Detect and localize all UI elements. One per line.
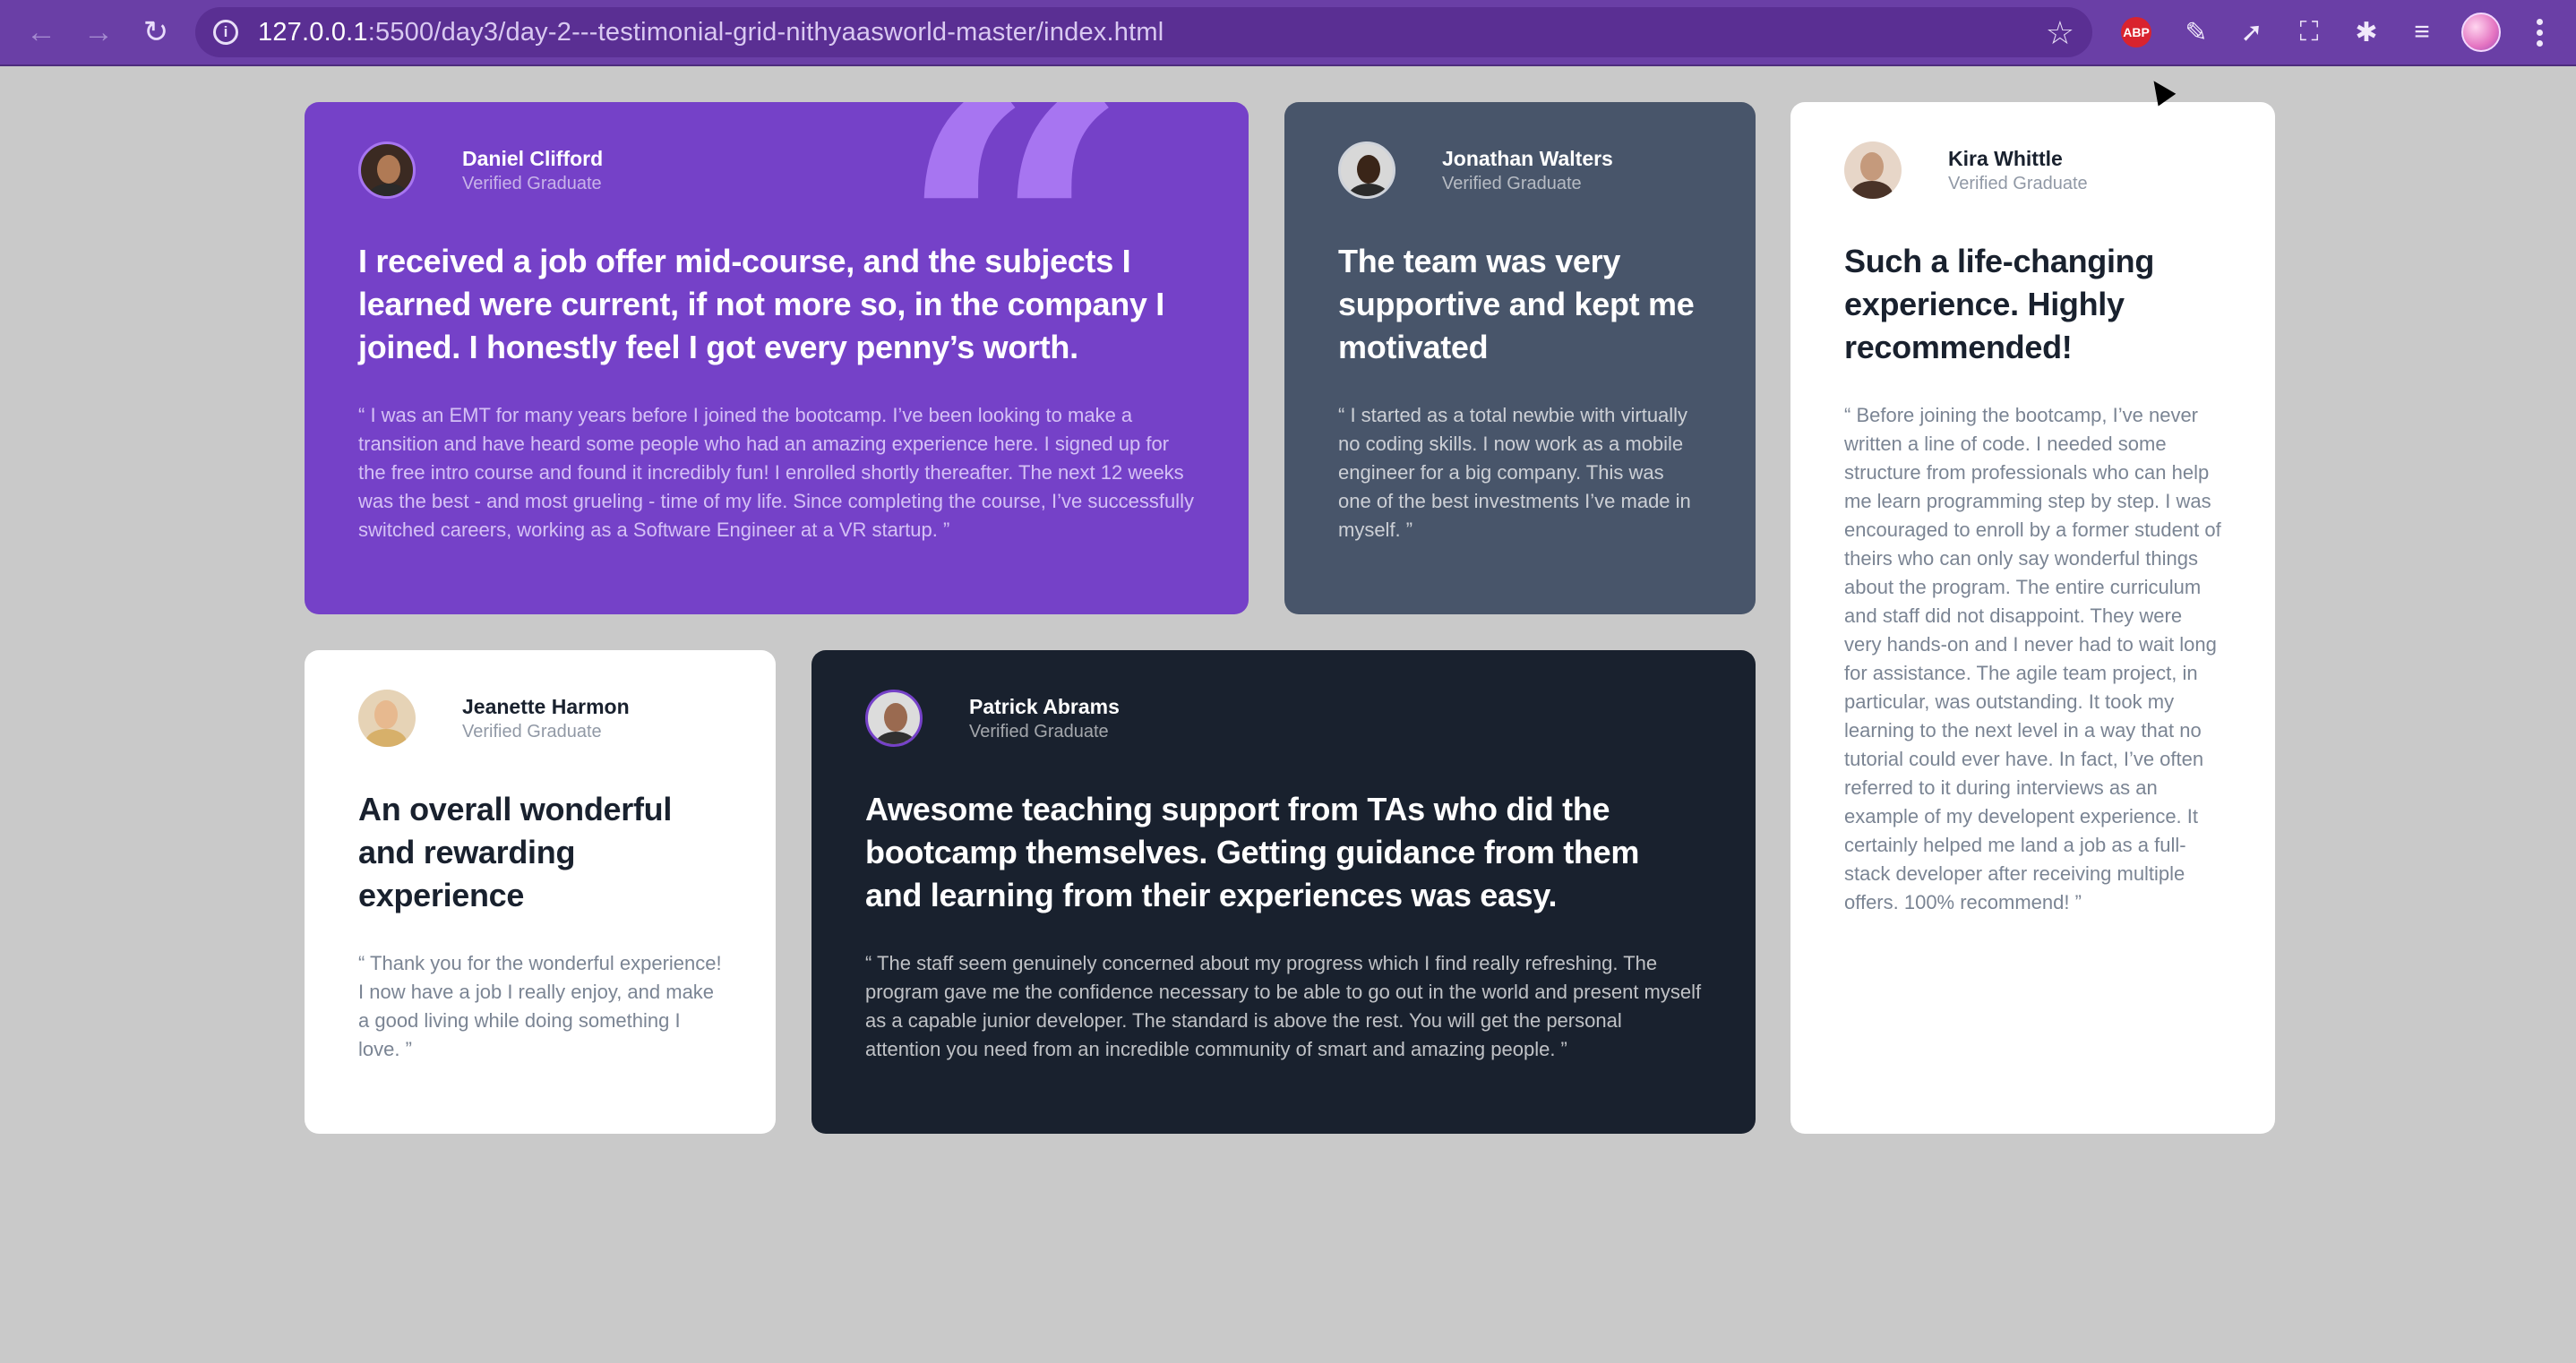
author-info: Jonathan Walters Verified Graduate xyxy=(1338,138,1702,202)
url-path: :5500/day3/day-2---testimonial-grid-nith… xyxy=(367,17,1164,47)
reload-icon[interactable]: ↻ xyxy=(136,13,176,52)
cursor-extension-icon[interactable]: ➚ xyxy=(2234,14,2270,50)
author-status: Verified Graduate xyxy=(462,722,602,742)
adblock-extension-icon[interactable]: ABP xyxy=(2121,17,2151,47)
author-status: Verified Graduate xyxy=(462,174,602,193)
author-name: Kira Whittle xyxy=(1948,147,2063,170)
menu-icon[interactable] xyxy=(2526,13,2553,52)
testimonial-card-patrick: Patrick Abrams Verified Graduate Awesome… xyxy=(811,650,1756,1134)
star-icon[interactable]: ☆ xyxy=(2046,14,2074,52)
author-info: Daniel Clifford Verified Graduate xyxy=(358,138,1195,202)
back-icon[interactable]: ← xyxy=(21,13,61,52)
author-info: Kira Whittle Verified Graduate xyxy=(1844,138,2221,202)
testimonial-card-daniel: “ Daniel Clifford Verified Graduate I re… xyxy=(305,102,1249,614)
screenshot-extension-icon[interactable]: ⛶ xyxy=(2291,14,2327,50)
testimonial-headline: I received a job offer mid-course, and t… xyxy=(358,243,1165,365)
testimonial-quote: “ Before joining the bootcamp, I’ve neve… xyxy=(1844,404,2221,913)
testimonial-quote: “ I started as a total newbie with virtu… xyxy=(1338,404,1691,541)
testimonial-card-kira: Kira Whittle Verified Graduate Such a li… xyxy=(1790,102,2275,1134)
author-info: Jeanette Harmon Verified Graduate xyxy=(358,686,722,750)
testimonial-quote: “ The staff seem genuinely concerned abo… xyxy=(865,952,1702,1060)
forward-icon[interactable]: → xyxy=(79,13,118,52)
author-status: Verified Graduate xyxy=(1442,174,1582,193)
testimonial-card-jonathan: Jonathan Walters Verified Graduate The t… xyxy=(1284,102,1756,614)
media-controls-icon[interactable]: ≡ xyxy=(2404,14,2440,50)
author-name: Daniel Clifford xyxy=(462,147,604,170)
author-status: Verified Graduate xyxy=(1948,174,2088,193)
testimonial-headline: Such a life-changing experience. Highly … xyxy=(1844,243,2155,365)
author-info: Patrick Abrams Verified Graduate xyxy=(865,686,1702,750)
avatar xyxy=(358,690,416,747)
avatar xyxy=(865,690,923,747)
testimonial-card-jeanette: Jeanette Harmon Verified Graduate An ove… xyxy=(305,650,776,1134)
profile-avatar[interactable] xyxy=(2461,13,2501,52)
author-name: Patrick Abrams xyxy=(969,695,1120,718)
testimonial-quote: “ I was an EMT for many years before I j… xyxy=(358,404,1194,541)
pen-extension-icon[interactable]: ✎ xyxy=(2178,14,2214,50)
testimonial-headline: An overall wonderful and rewarding exper… xyxy=(358,791,673,913)
browser-toolbar: ← → ↻ i 127.0.0.1:5500/day3/day-2---test… xyxy=(0,0,2576,66)
testimonial-headline: The team was very supportive and kept me… xyxy=(1338,243,1695,365)
author-name: Jonathan Walters xyxy=(1442,147,1613,170)
info-icon[interactable]: i xyxy=(213,20,238,45)
url-text[interactable]: 127.0.0.1:5500/day3/day-2---testimonial-… xyxy=(258,18,1163,47)
avatar xyxy=(1338,141,1395,199)
author-name: Jeanette Harmon xyxy=(462,695,630,718)
testimonial-quote: “ Thank you for the wonderful experience… xyxy=(358,952,722,1060)
extensions-icon[interactable]: ✱ xyxy=(2348,14,2384,50)
avatar xyxy=(1844,141,1902,199)
address-bar[interactable]: i 127.0.0.1:5500/day3/day-2---testimonia… xyxy=(195,7,2092,57)
testimonial-headline: Awesome teaching support from TAs who di… xyxy=(865,791,1640,913)
avatar xyxy=(358,141,416,199)
url-host: 127.0.0.1 xyxy=(258,17,368,47)
author-status: Verified Graduate xyxy=(969,722,1109,742)
